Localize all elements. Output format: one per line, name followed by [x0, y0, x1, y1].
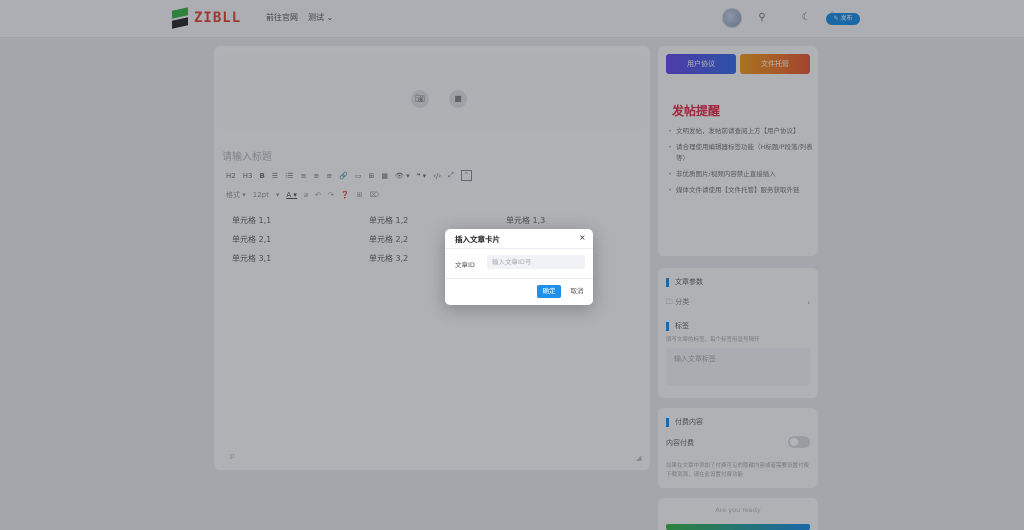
- post-id-label: 文章ID: [455, 261, 475, 269]
- dialog-divider: [445, 278, 593, 279]
- dialog-divider: [445, 248, 593, 249]
- cancel-button[interactable]: 取消: [567, 285, 587, 298]
- post-id-input[interactable]: [487, 255, 585, 269]
- close-icon[interactable]: ×: [579, 233, 586, 242]
- insert-post-card-dialog: 插入文章卡片 × 文章ID 确定 取消: [445, 229, 593, 305]
- dialog-title: 插入文章卡片: [455, 235, 500, 244]
- confirm-button[interactable]: 确定: [537, 285, 561, 298]
